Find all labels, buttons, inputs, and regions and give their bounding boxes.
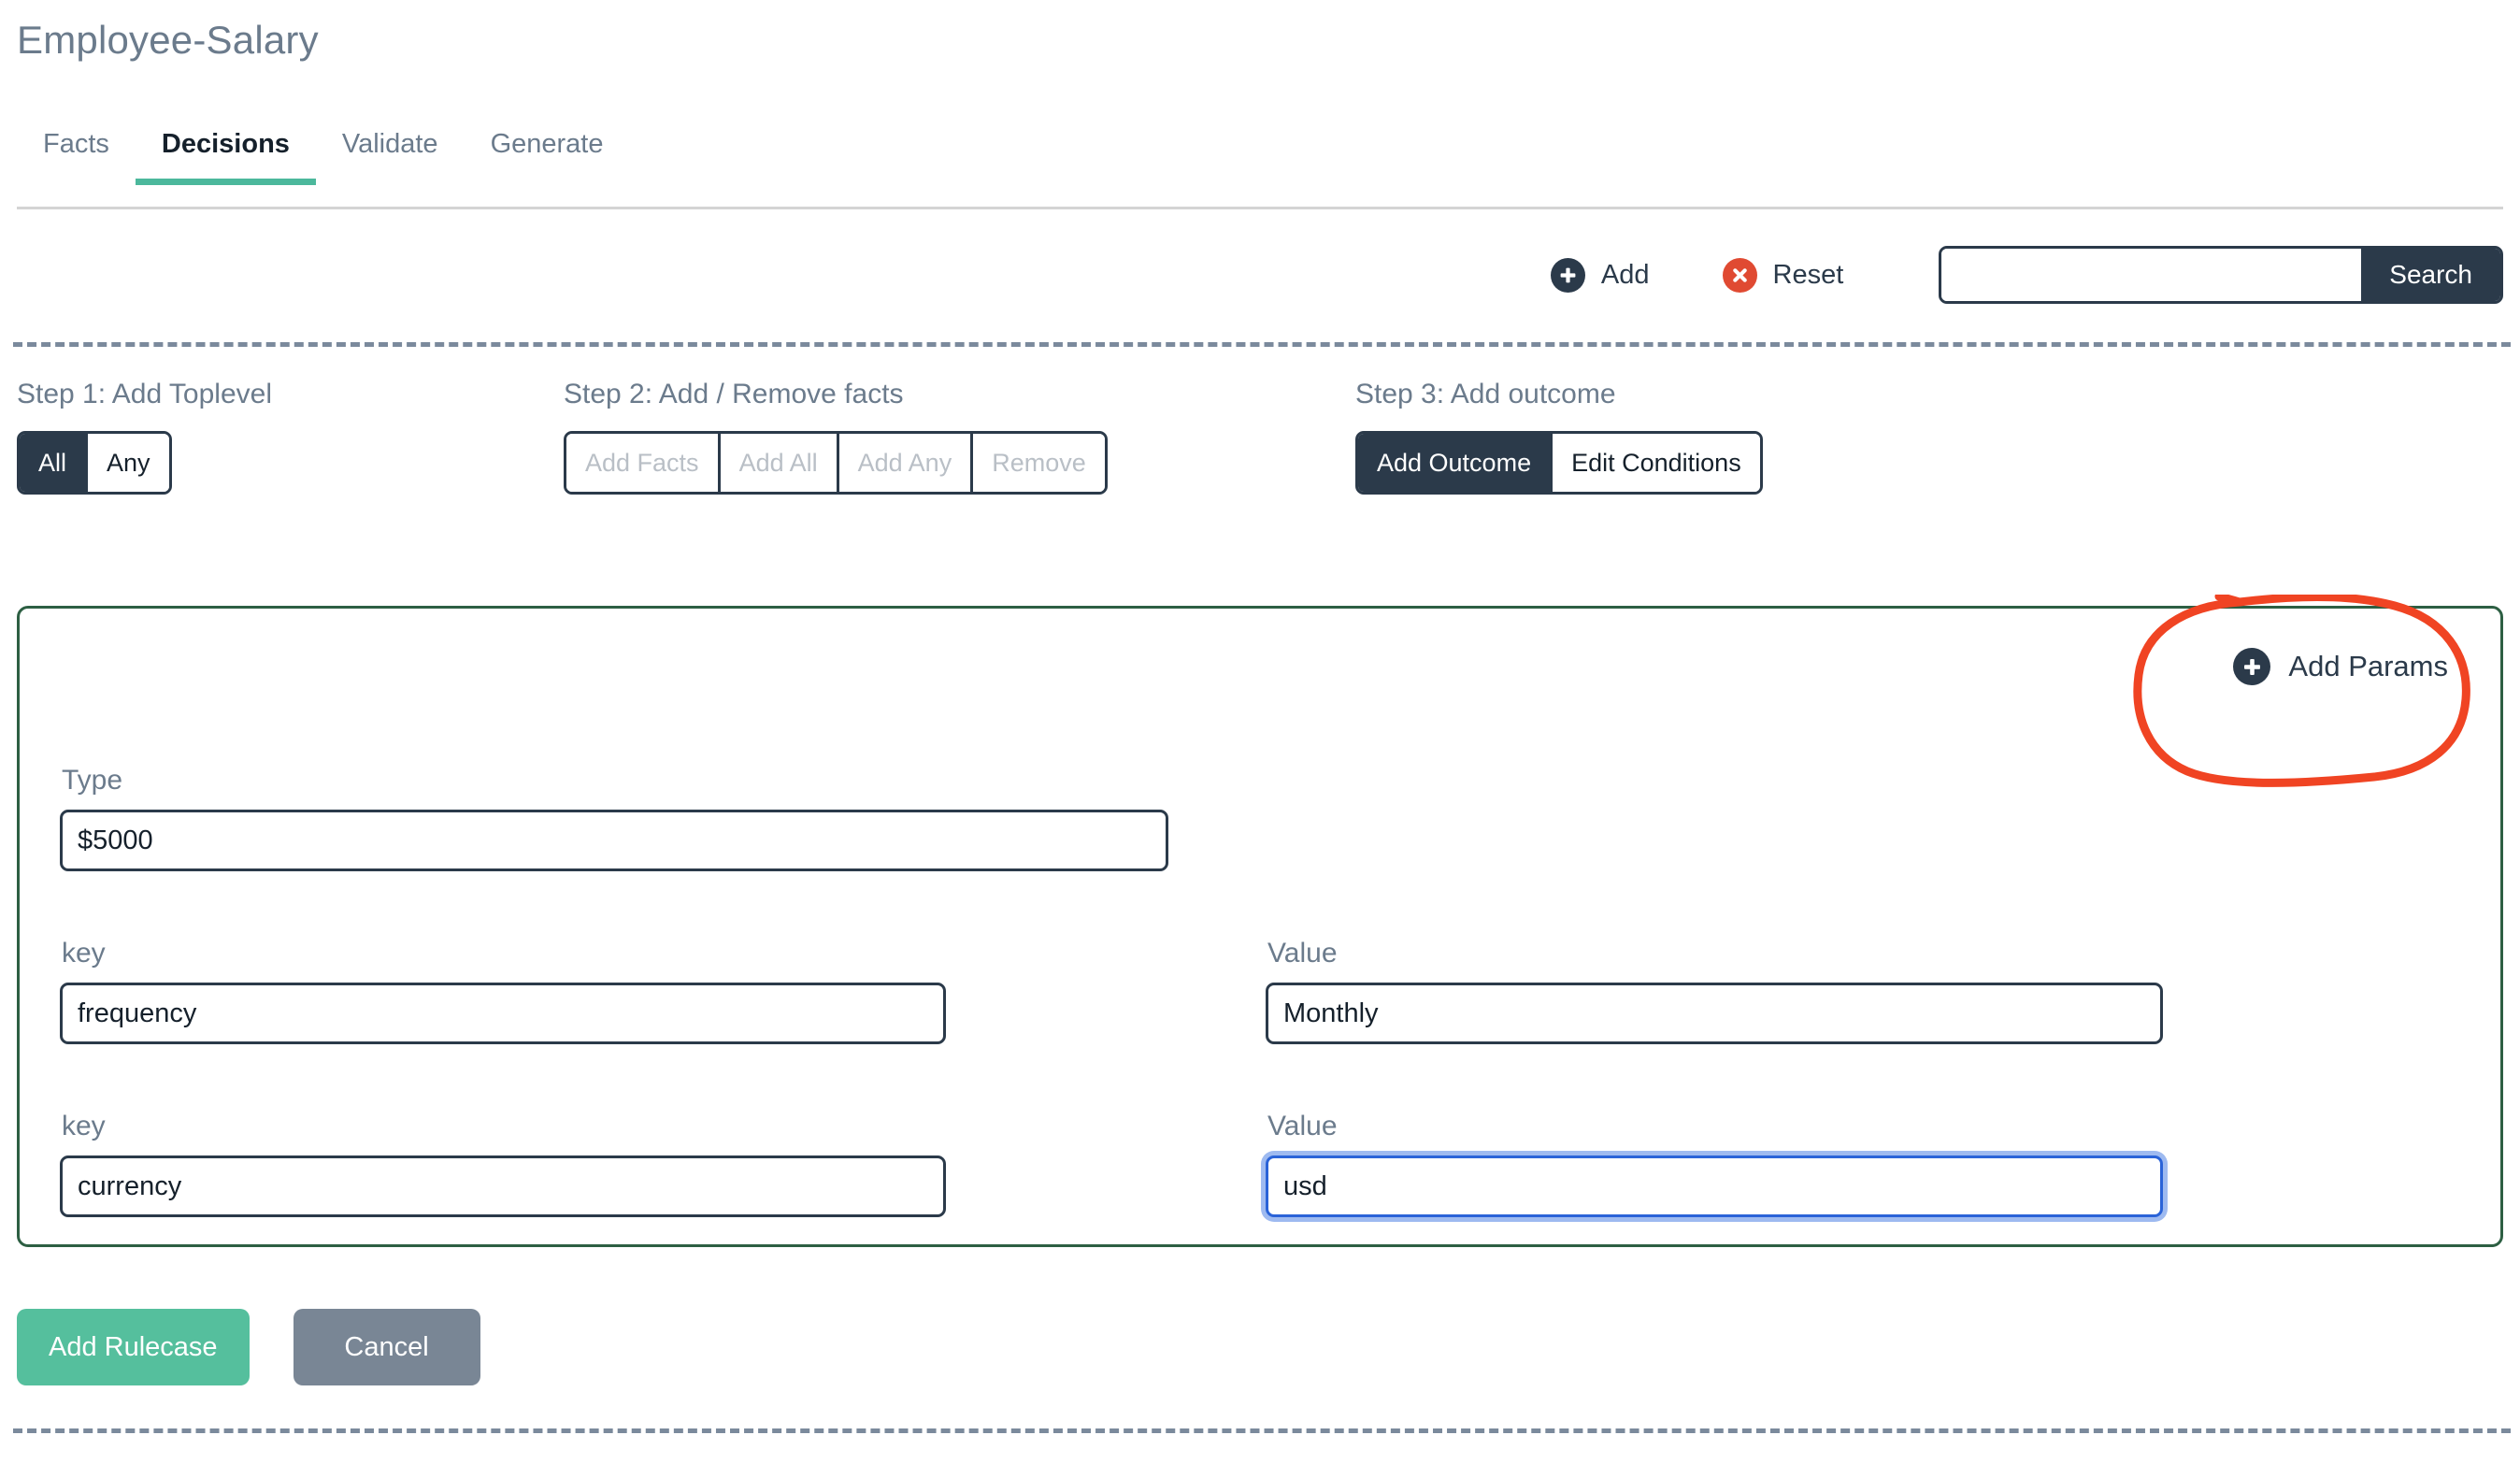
toolbar: Add Reset Search xyxy=(17,232,2503,318)
step-2: Step 2: Add / Remove facts Add Facts Add… xyxy=(564,379,1108,495)
step-3: Step 3: Add outcome Add Outcome Edit Con… xyxy=(1355,379,1763,495)
search-group: Search xyxy=(1939,246,2503,304)
add-rulecase-button[interactable]: Add Rulecase xyxy=(17,1309,250,1385)
add-button[interactable]: Add xyxy=(1550,257,1650,293)
card-header: Add Params xyxy=(2233,648,2448,685)
type-input[interactable] xyxy=(60,810,1168,871)
divider-bottom xyxy=(13,1428,2511,1433)
steps-row: Step 1: Add Toplevel All Any Step 2: Add… xyxy=(17,379,2503,519)
tab-validate[interactable]: Validate xyxy=(316,120,465,182)
type-label: Type xyxy=(62,765,123,796)
param-key-label: key xyxy=(62,1111,106,1141)
add-all-button[interactable]: Add All xyxy=(720,434,839,492)
remove-button[interactable]: Remove xyxy=(973,434,1105,492)
search-button[interactable]: Search xyxy=(2361,249,2500,301)
cancel-button[interactable]: Cancel xyxy=(293,1309,480,1385)
form-actions: Add Rulecase Cancel xyxy=(17,1309,480,1385)
param-key-field: key xyxy=(60,1111,1266,1217)
tab-facts[interactable]: Facts xyxy=(17,120,136,182)
param-row: key Value xyxy=(60,1111,2453,1217)
param-value-input-focused[interactable] xyxy=(1266,1155,2163,1217)
param-key-label: key xyxy=(62,938,106,969)
outcome-button-group: Add Outcome Edit Conditions xyxy=(1355,431,1763,495)
decisions-page: Employee-Salary Facts Decisions Validate… xyxy=(0,0,2520,1464)
plus-circle-icon xyxy=(1550,257,1585,293)
add-outcome-button[interactable]: Add Outcome xyxy=(1358,434,1554,492)
add-params-button[interactable]: Add Params xyxy=(2233,648,2448,685)
param-value-input[interactable] xyxy=(1266,983,2163,1044)
param-row: key Value xyxy=(60,938,2453,1044)
add-any-button[interactable]: Add Any xyxy=(838,434,974,492)
step-3-label: Step 3: Add outcome xyxy=(1355,379,1616,409)
param-key-input[interactable] xyxy=(60,983,946,1044)
tab-generate[interactable]: Generate xyxy=(465,120,630,182)
tab-bar: Facts Decisions Validate Generate xyxy=(17,120,2503,209)
search-input[interactable] xyxy=(1941,249,2362,301)
toplevel-toggle-group: All Any xyxy=(17,431,172,495)
add-button-label: Add xyxy=(1600,259,1650,290)
add-params-label: Add Params xyxy=(2288,650,2448,682)
step-1-label: Step 1: Add Toplevel xyxy=(17,379,272,409)
param-value-field: Value xyxy=(1266,938,2163,1044)
divider-top xyxy=(13,342,2511,347)
edit-conditions-button[interactable]: Edit Conditions xyxy=(1553,434,1760,492)
rulecase-card: Add Params Type key Value key Value xyxy=(17,606,2503,1247)
param-value-field: Value xyxy=(1266,1111,2163,1217)
param-value-label: Value xyxy=(1267,938,1338,969)
reset-button-label: Reset xyxy=(1772,259,1844,290)
plus-circle-icon xyxy=(2233,648,2271,685)
step-2-label: Step 2: Add / Remove facts xyxy=(564,379,904,409)
toplevel-any-button[interactable]: Any xyxy=(88,434,169,492)
param-key-field: key xyxy=(60,938,1266,1044)
add-facts-button[interactable]: Add Facts xyxy=(566,434,721,492)
step-1: Step 1: Add Toplevel All Any xyxy=(17,379,272,495)
type-field: Type xyxy=(60,765,1168,871)
tab-decisions[interactable]: Decisions xyxy=(135,120,316,185)
param-key-input[interactable] xyxy=(60,1155,946,1217)
page-title: Employee-Salary xyxy=(17,18,319,62)
facts-button-group: Add Facts Add All Add Any Remove xyxy=(564,431,1108,495)
close-circle-icon xyxy=(1722,257,1757,293)
reset-button[interactable]: Reset xyxy=(1722,257,1844,293)
toplevel-all-button[interactable]: All xyxy=(20,434,89,492)
param-value-label: Value xyxy=(1267,1111,1338,1141)
